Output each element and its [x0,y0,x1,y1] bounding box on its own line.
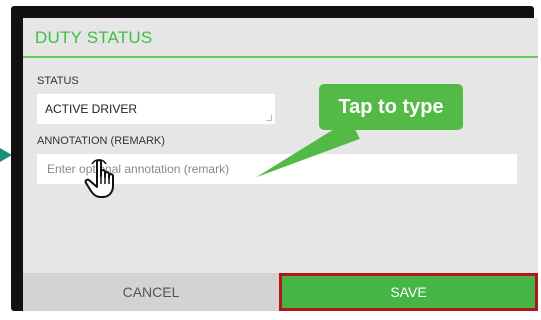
status-label: STATUS [37,75,79,87]
dialog-footer: CANCEL SAVE [23,273,538,311]
screenshot-stage: DUTY STATUS STATUS ACTIVE DRIVER ANNOTAT… [0,0,541,320]
tap-to-type-callout: Tap to type [319,84,463,130]
device-frame: DUTY STATUS STATUS ACTIVE DRIVER ANNOTAT… [11,6,538,311]
duty-status-dialog: DUTY STATUS STATUS ACTIVE DRIVER ANNOTAT… [23,18,538,311]
resize-grip-icon [266,115,272,121]
status-value: ACTIVE DRIVER [45,102,138,116]
dialog-title: DUTY STATUS [23,18,538,58]
save-button[interactable]: SAVE [279,273,538,311]
cancel-button[interactable]: CANCEL [23,273,279,311]
tap-hand-icon [84,159,114,198]
status-field[interactable]: ACTIVE DRIVER [37,94,275,124]
annotation-label: ANNOTATION (REMARK) [37,135,165,147]
